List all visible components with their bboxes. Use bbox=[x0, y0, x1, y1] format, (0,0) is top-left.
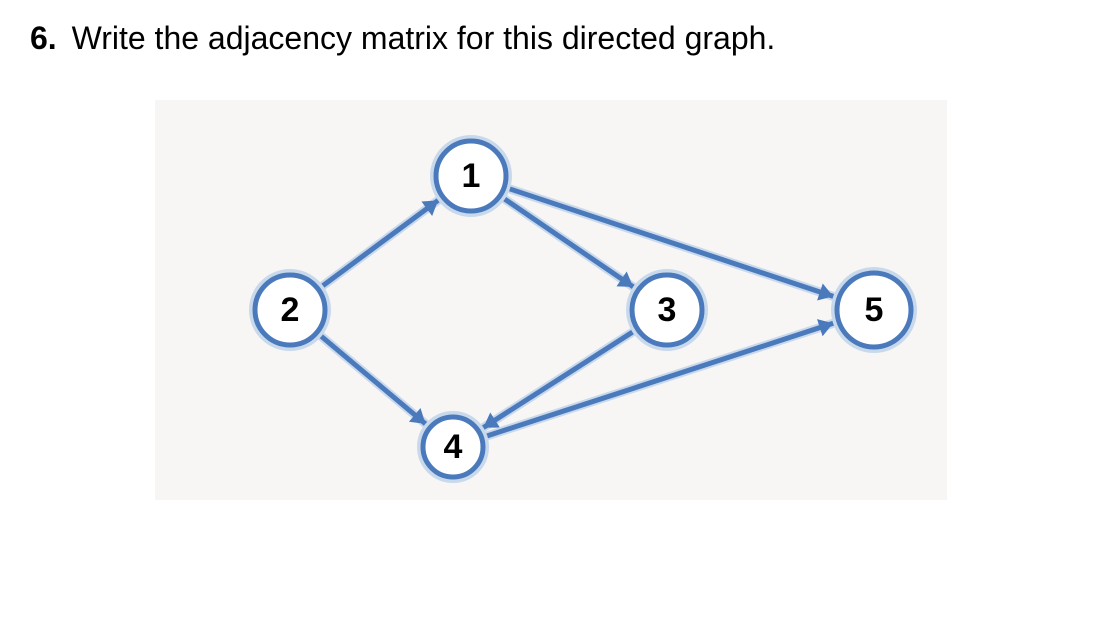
edge-2-4 bbox=[321, 336, 425, 423]
question-number: 6. bbox=[30, 20, 57, 56]
nodes-group: 1 2 3 4 5 bbox=[251, 137, 915, 481]
node-1: 1 bbox=[432, 137, 510, 215]
node-label-1: 1 bbox=[462, 157, 481, 195]
graph-figure: 1 2 3 4 5 bbox=[155, 100, 947, 500]
node-3: 3 bbox=[628, 271, 706, 349]
graph-svg: 1 2 3 4 5 bbox=[155, 100, 947, 500]
node-4: 4 bbox=[419, 413, 487, 481]
edges-group bbox=[321, 189, 833, 436]
node-5: 5 bbox=[833, 269, 915, 351]
node-label-5: 5 bbox=[865, 291, 884, 329]
question-text: 6. Write the adjacency matrix for this d… bbox=[30, 20, 775, 57]
node-label-2: 2 bbox=[281, 291, 300, 329]
node-label-4: 4 bbox=[444, 428, 463, 466]
node-2: 2 bbox=[251, 271, 329, 349]
question-body: Write the adjacency matrix for this dire… bbox=[72, 20, 776, 56]
edge-2-1 bbox=[323, 200, 438, 285]
page: 6. Write the adjacency matrix for this d… bbox=[0, 0, 1112, 622]
node-label-3: 3 bbox=[658, 291, 677, 329]
